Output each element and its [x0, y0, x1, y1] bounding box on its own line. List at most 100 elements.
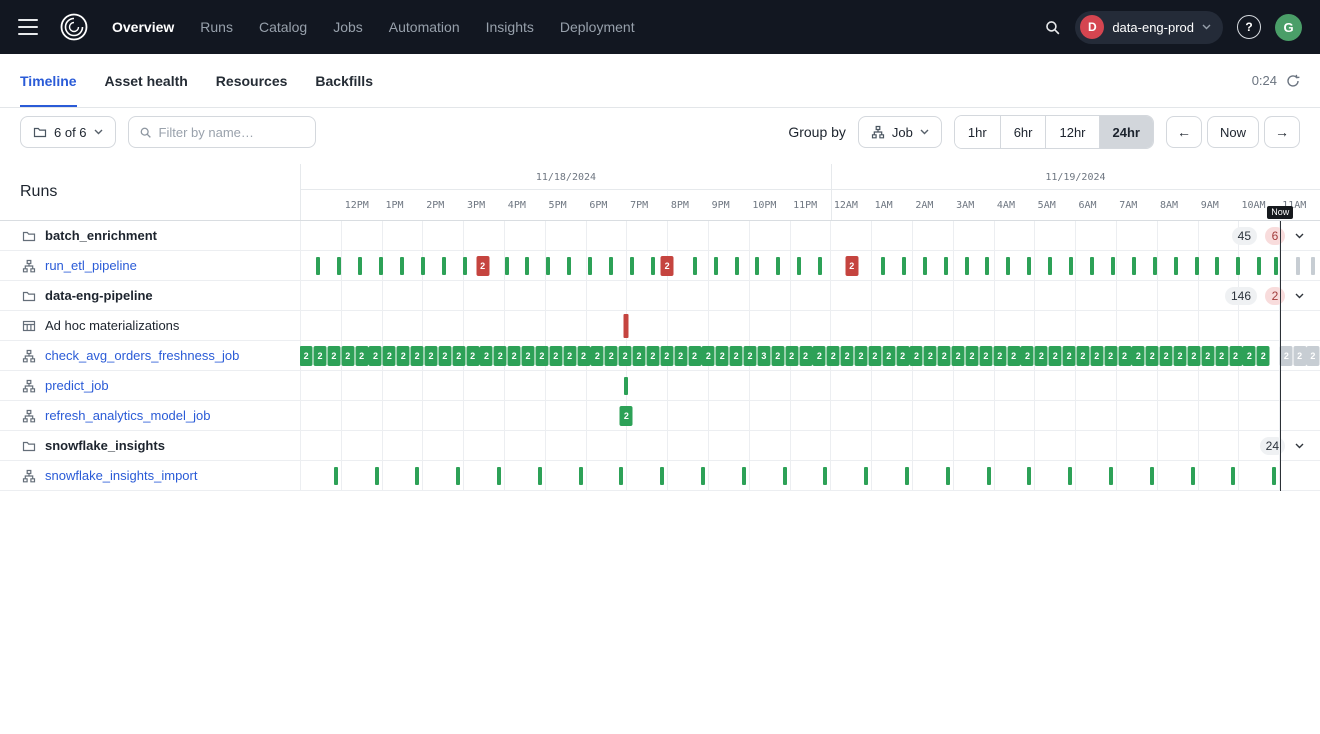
expand-caret-icon[interactable] [1293, 231, 1306, 241]
run-mark[interactable] [1174, 257, 1178, 275]
run-mark[interactable]: 2 [1174, 346, 1187, 366]
run-mark[interactable] [714, 257, 718, 275]
run-mark[interactable]: 2 [577, 346, 590, 366]
run-mark[interactable]: 2 [660, 346, 673, 366]
run-mark[interactable] [358, 257, 362, 275]
run-mark[interactable]: 2 [300, 346, 313, 366]
refresh-icon[interactable] [1286, 74, 1300, 88]
run-mark[interactable]: 2 [411, 346, 424, 366]
dagster-logo-icon[interactable] [58, 11, 90, 43]
run-mark[interactable] [525, 257, 529, 275]
run-mark[interactable] [1069, 257, 1073, 275]
nav-item-automation[interactable]: Automation [389, 19, 460, 35]
run-mark[interactable] [965, 257, 969, 275]
run-mark[interactable]: 2 [466, 346, 479, 366]
run-mark[interactable] [505, 257, 509, 275]
run-mark[interactable] [421, 257, 425, 275]
deployment-switcher[interactable]: D data-eng-prod [1075, 11, 1223, 44]
nav-item-deployment[interactable]: Deployment [560, 19, 635, 35]
run-mark[interactable]: 2 [327, 346, 340, 366]
tab-asset-health[interactable]: Asset health [105, 54, 188, 107]
job-link[interactable]: refresh_analytics_model_job [45, 408, 210, 423]
run-mark[interactable] [902, 257, 906, 275]
run-mark[interactable] [923, 257, 927, 275]
group-by-dropdown[interactable]: Job [858, 116, 942, 148]
run-mark[interactable]: 2 [952, 346, 965, 366]
run-mark[interactable] [1048, 257, 1052, 275]
run-mark[interactable] [944, 257, 948, 275]
search-icon[interactable] [1044, 19, 1061, 36]
run-mark[interactable] [742, 467, 746, 485]
run-mark[interactable]: 2 [674, 346, 687, 366]
run-mark[interactable] [1109, 467, 1113, 485]
run-mark[interactable] [1111, 257, 1115, 275]
job-link[interactable]: predict_job [45, 378, 109, 393]
run-mark[interactable]: 2 [494, 346, 507, 366]
nav-item-overview[interactable]: Overview [112, 19, 174, 35]
run-mark[interactable] [546, 257, 550, 275]
run-mark[interactable]: 2 [1280, 346, 1293, 366]
run-mark[interactable] [1195, 257, 1199, 275]
run-mark[interactable] [1150, 467, 1154, 485]
run-mark[interactable] [375, 467, 379, 485]
run-mark[interactable] [987, 467, 991, 485]
run-mark[interactable] [567, 257, 571, 275]
run-mark[interactable]: 2 [1243, 346, 1256, 366]
run-mark[interactable] [609, 257, 613, 275]
run-mark[interactable]: 2 [620, 406, 633, 426]
nav-item-runs[interactable]: Runs [200, 19, 233, 35]
range-button-12hr[interactable]: 12hr [1045, 116, 1098, 148]
run-mark[interactable]: 2 [1090, 346, 1103, 366]
run-mark[interactable] [1215, 257, 1219, 275]
run-mark[interactable]: 2 [1160, 346, 1173, 366]
run-mark[interactable] [1257, 257, 1261, 275]
run-mark[interactable]: 2 [1132, 346, 1145, 366]
run-mark[interactable]: 2 [771, 346, 784, 366]
run-mark[interactable] [701, 467, 705, 485]
run-mark[interactable]: 2 [480, 346, 493, 366]
run-mark[interactable]: 2 [1049, 346, 1062, 366]
run-mark[interactable]: 2 [938, 346, 951, 366]
run-mark[interactable]: 2 [397, 346, 410, 366]
run-mark[interactable]: 2 [1187, 346, 1200, 366]
range-button-24hr[interactable]: 24hr [1099, 116, 1153, 148]
tab-timeline[interactable]: Timeline [20, 54, 77, 107]
run-mark[interactable]: 2 [1035, 346, 1048, 366]
run-mark[interactable] [823, 467, 827, 485]
run-mark[interactable]: 2 [605, 346, 618, 366]
run-mark[interactable]: 2 [549, 346, 562, 366]
run-mark[interactable] [624, 314, 629, 338]
run-mark[interactable] [497, 467, 501, 485]
job-link[interactable]: check_avg_orders_freshness_job [45, 348, 239, 363]
run-mark[interactable]: 2 [1076, 346, 1089, 366]
run-mark[interactable]: 2 [369, 346, 382, 366]
run-mark[interactable] [905, 467, 909, 485]
run-mark[interactable] [783, 467, 787, 485]
run-mark[interactable]: 2 [341, 346, 354, 366]
nav-item-insights[interactable]: Insights [486, 19, 534, 35]
run-mark[interactable]: 2 [313, 346, 326, 366]
run-mark[interactable]: 2 [383, 346, 396, 366]
run-mark[interactable]: 2 [476, 256, 489, 276]
run-mark[interactable]: 2 [1118, 346, 1131, 366]
run-mark[interactable]: 2 [910, 346, 923, 366]
run-mark[interactable]: 3 [757, 346, 770, 366]
run-mark[interactable]: 2 [438, 346, 451, 366]
run-mark[interactable]: 2 [1007, 346, 1020, 366]
run-mark[interactable] [693, 257, 697, 275]
run-mark[interactable] [619, 467, 623, 485]
run-mark[interactable] [1068, 467, 1072, 485]
run-mark[interactable] [456, 467, 460, 485]
run-mark[interactable] [415, 467, 419, 485]
run-mark[interactable] [660, 467, 664, 485]
run-mark[interactable]: 2 [965, 346, 978, 366]
run-mark[interactable]: 2 [508, 346, 521, 366]
run-mark[interactable] [1090, 257, 1094, 275]
range-button-6hr[interactable]: 6hr [1000, 116, 1046, 148]
run-mark[interactable] [316, 257, 320, 275]
run-mark[interactable]: 2 [1063, 346, 1076, 366]
run-mark[interactable]: 2 [452, 346, 465, 366]
run-mark[interactable] [1153, 257, 1157, 275]
run-mark[interactable]: 2 [633, 346, 646, 366]
run-mark[interactable]: 2 [1293, 346, 1306, 366]
